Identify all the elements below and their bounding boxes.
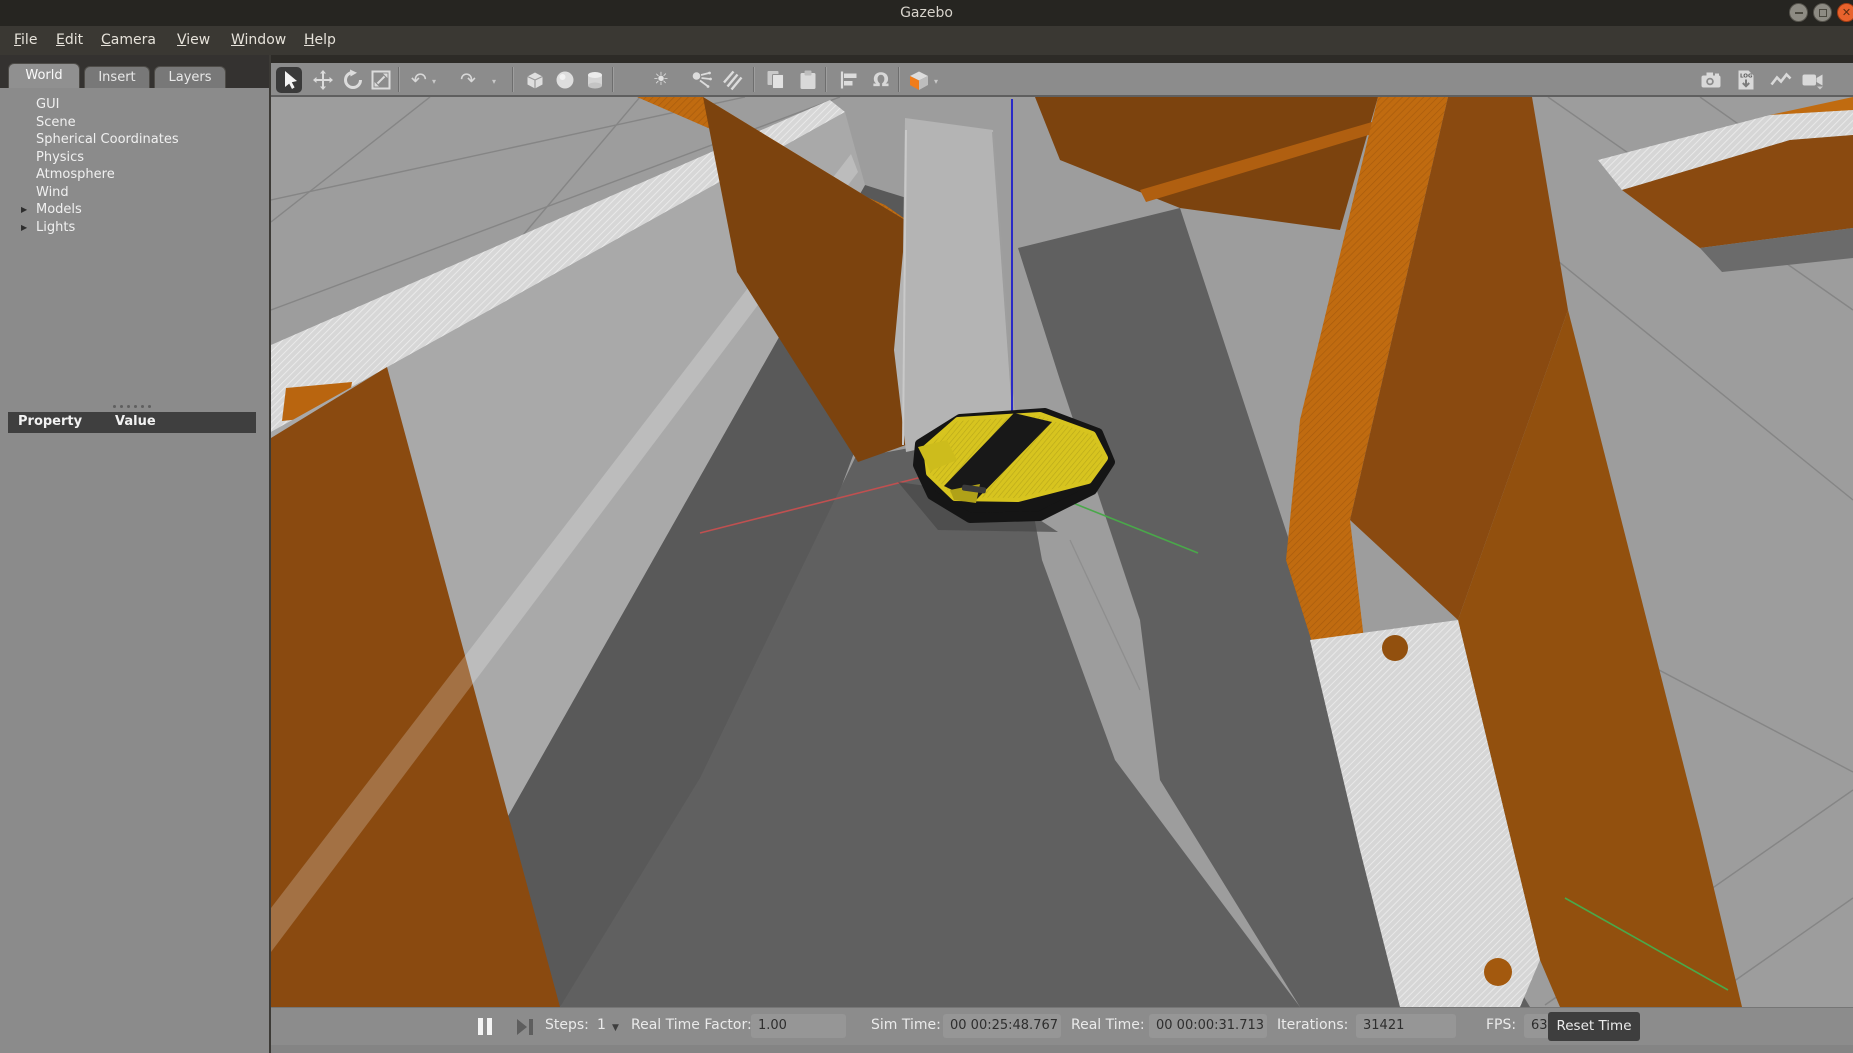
tab-world[interactable]: World (8, 63, 80, 88)
toolbar-separator (612, 67, 614, 92)
maximize-icon (1819, 9, 1827, 17)
scale-icon[interactable] (368, 67, 394, 93)
screenshot-icon[interactable] (1698, 67, 1724, 93)
panel-tab-row: World Insert Layers (0, 55, 269, 88)
reset-time-button[interactable]: Reset Time (1548, 1012, 1640, 1041)
snap-joint-icon[interactable]: Ω (868, 67, 894, 93)
view-angle-icon[interactable] (906, 67, 932, 93)
rotate-icon[interactable] (340, 67, 366, 93)
spot-light-icon[interactable] (688, 67, 714, 93)
close-icon: ✕ (1842, 7, 1851, 18)
title-bar: Gazebo ✕ (0, 0, 1853, 26)
sim-time-field[interactable]: 00 00:25:48.767 (943, 1014, 1061, 1038)
fps-label: FPS: (1486, 1017, 1516, 1033)
property-table-header: Property Value (8, 412, 256, 433)
minimize-button[interactable] (1789, 3, 1808, 22)
translate-icon[interactable] (310, 67, 336, 93)
view-angle-dropdown-icon[interactable]: ▾ (934, 77, 938, 86)
render-viewport[interactable] (271, 97, 1853, 1007)
svg-text:LOG: LOG (1740, 74, 1753, 80)
redo-dropdown-icon[interactable]: ▾ (492, 77, 496, 86)
tree-item-wind[interactable]: Wind (0, 184, 269, 202)
tab-layers[interactable]: Layers (154, 66, 226, 88)
toolbar-separator (825, 67, 827, 92)
cylinder-icon[interactable] (582, 67, 608, 93)
menu-view[interactable]: View (173, 26, 214, 55)
tab-insert[interactable]: Insert (84, 66, 150, 88)
iterations-label: Iterations: (1277, 1017, 1348, 1033)
menu-window[interactable]: Window (227, 26, 290, 55)
toolbar-separator (753, 67, 755, 92)
menu-edit[interactable]: Edit (52, 26, 87, 55)
menu-camera[interactable]: Camera (97, 26, 160, 55)
point-light-icon[interactable]: ☀ (648, 67, 674, 93)
record-video-icon[interactable] (1800, 67, 1826, 93)
real-time-label: Real Time: (1071, 1017, 1145, 1033)
rtf-label: Real Time Factor: (631, 1017, 752, 1033)
steps-label: Steps: (545, 1017, 589, 1033)
real-time-field[interactable]: 00 00:00:31.713 (1149, 1014, 1267, 1038)
sphere-icon[interactable] (552, 67, 578, 93)
tree-item-scene[interactable]: Scene (0, 114, 269, 132)
data-logger-icon[interactable]: LOG (1733, 67, 1759, 93)
tree-item-lights[interactable]: ▶Lights (0, 219, 269, 237)
close-button[interactable]: ✕ (1837, 3, 1853, 22)
simulation-status-bar: Steps: 1 ▼ Real Time Factor: 1.00 Sim Ti… (271, 1007, 1853, 1045)
plot-icon[interactable] (1768, 67, 1794, 93)
box-icon[interactable] (522, 67, 548, 93)
directional-light-icon[interactable] (720, 67, 746, 93)
menu-help[interactable]: Help (300, 26, 340, 55)
menu-bar: File Edit Camera View Window Help (0, 26, 1853, 55)
window-bottom-edge (271, 1045, 1853, 1053)
maximize-button[interactable] (1813, 3, 1832, 22)
minimize-icon (1795, 12, 1803, 14)
toolbar-separator (898, 67, 900, 92)
tree-item-models[interactable]: ▶Models (0, 201, 269, 219)
property-column-label: Property (18, 414, 82, 429)
window-divider (0, 55, 1853, 63)
steps-dropdown-icon[interactable]: ▼ (612, 1023, 619, 1033)
pause-button[interactable] (478, 1018, 495, 1035)
left-panel: World Insert Layers GUI Scene Spherical … (0, 55, 271, 1053)
align-icon[interactable] (836, 67, 862, 93)
expand-arrow-icon[interactable]: ▶ (21, 219, 27, 237)
tree-item-atmosphere[interactable]: Atmosphere (0, 166, 269, 184)
step-button[interactable] (516, 1018, 536, 1036)
toolbar-separator (398, 67, 400, 92)
steps-value[interactable]: 1 (597, 1017, 606, 1033)
tree-item-spherical-coordinates[interactable]: Spherical Coordinates (0, 131, 269, 149)
iterations-field[interactable]: 31421 (1356, 1014, 1456, 1038)
undo-dropdown-icon[interactable]: ▾ (432, 77, 436, 86)
toolbar-separator (512, 67, 514, 92)
menu-file[interactable]: File (10, 26, 41, 55)
rtf-field[interactable]: 1.00 (751, 1014, 846, 1038)
paste-icon[interactable] (795, 67, 821, 93)
expand-arrow-icon[interactable]: ▶ (21, 201, 27, 219)
tree-item-gui[interactable]: GUI (0, 96, 269, 114)
copy-icon[interactable] (763, 67, 789, 93)
window-title: Gazebo (0, 0, 1853, 26)
value-column-label: Value (115, 414, 156, 429)
scene-canvas (271, 97, 1853, 1007)
sim-time-label: Sim Time: (871, 1017, 941, 1033)
panel-splitter-handle[interactable] (113, 405, 159, 409)
viewport-toolbar: ↶ ▾ ↷ ▾ ☀ Ω ▾ LOG (271, 63, 1853, 97)
redo-icon[interactable]: ↷ (455, 67, 481, 93)
select-arrow-icon[interactable] (276, 67, 302, 93)
world-tree: GUI Scene Spherical Coordinates Physics … (0, 96, 269, 236)
tree-item-physics[interactable]: Physics (0, 149, 269, 167)
undo-icon[interactable]: ↶ (406, 67, 432, 93)
